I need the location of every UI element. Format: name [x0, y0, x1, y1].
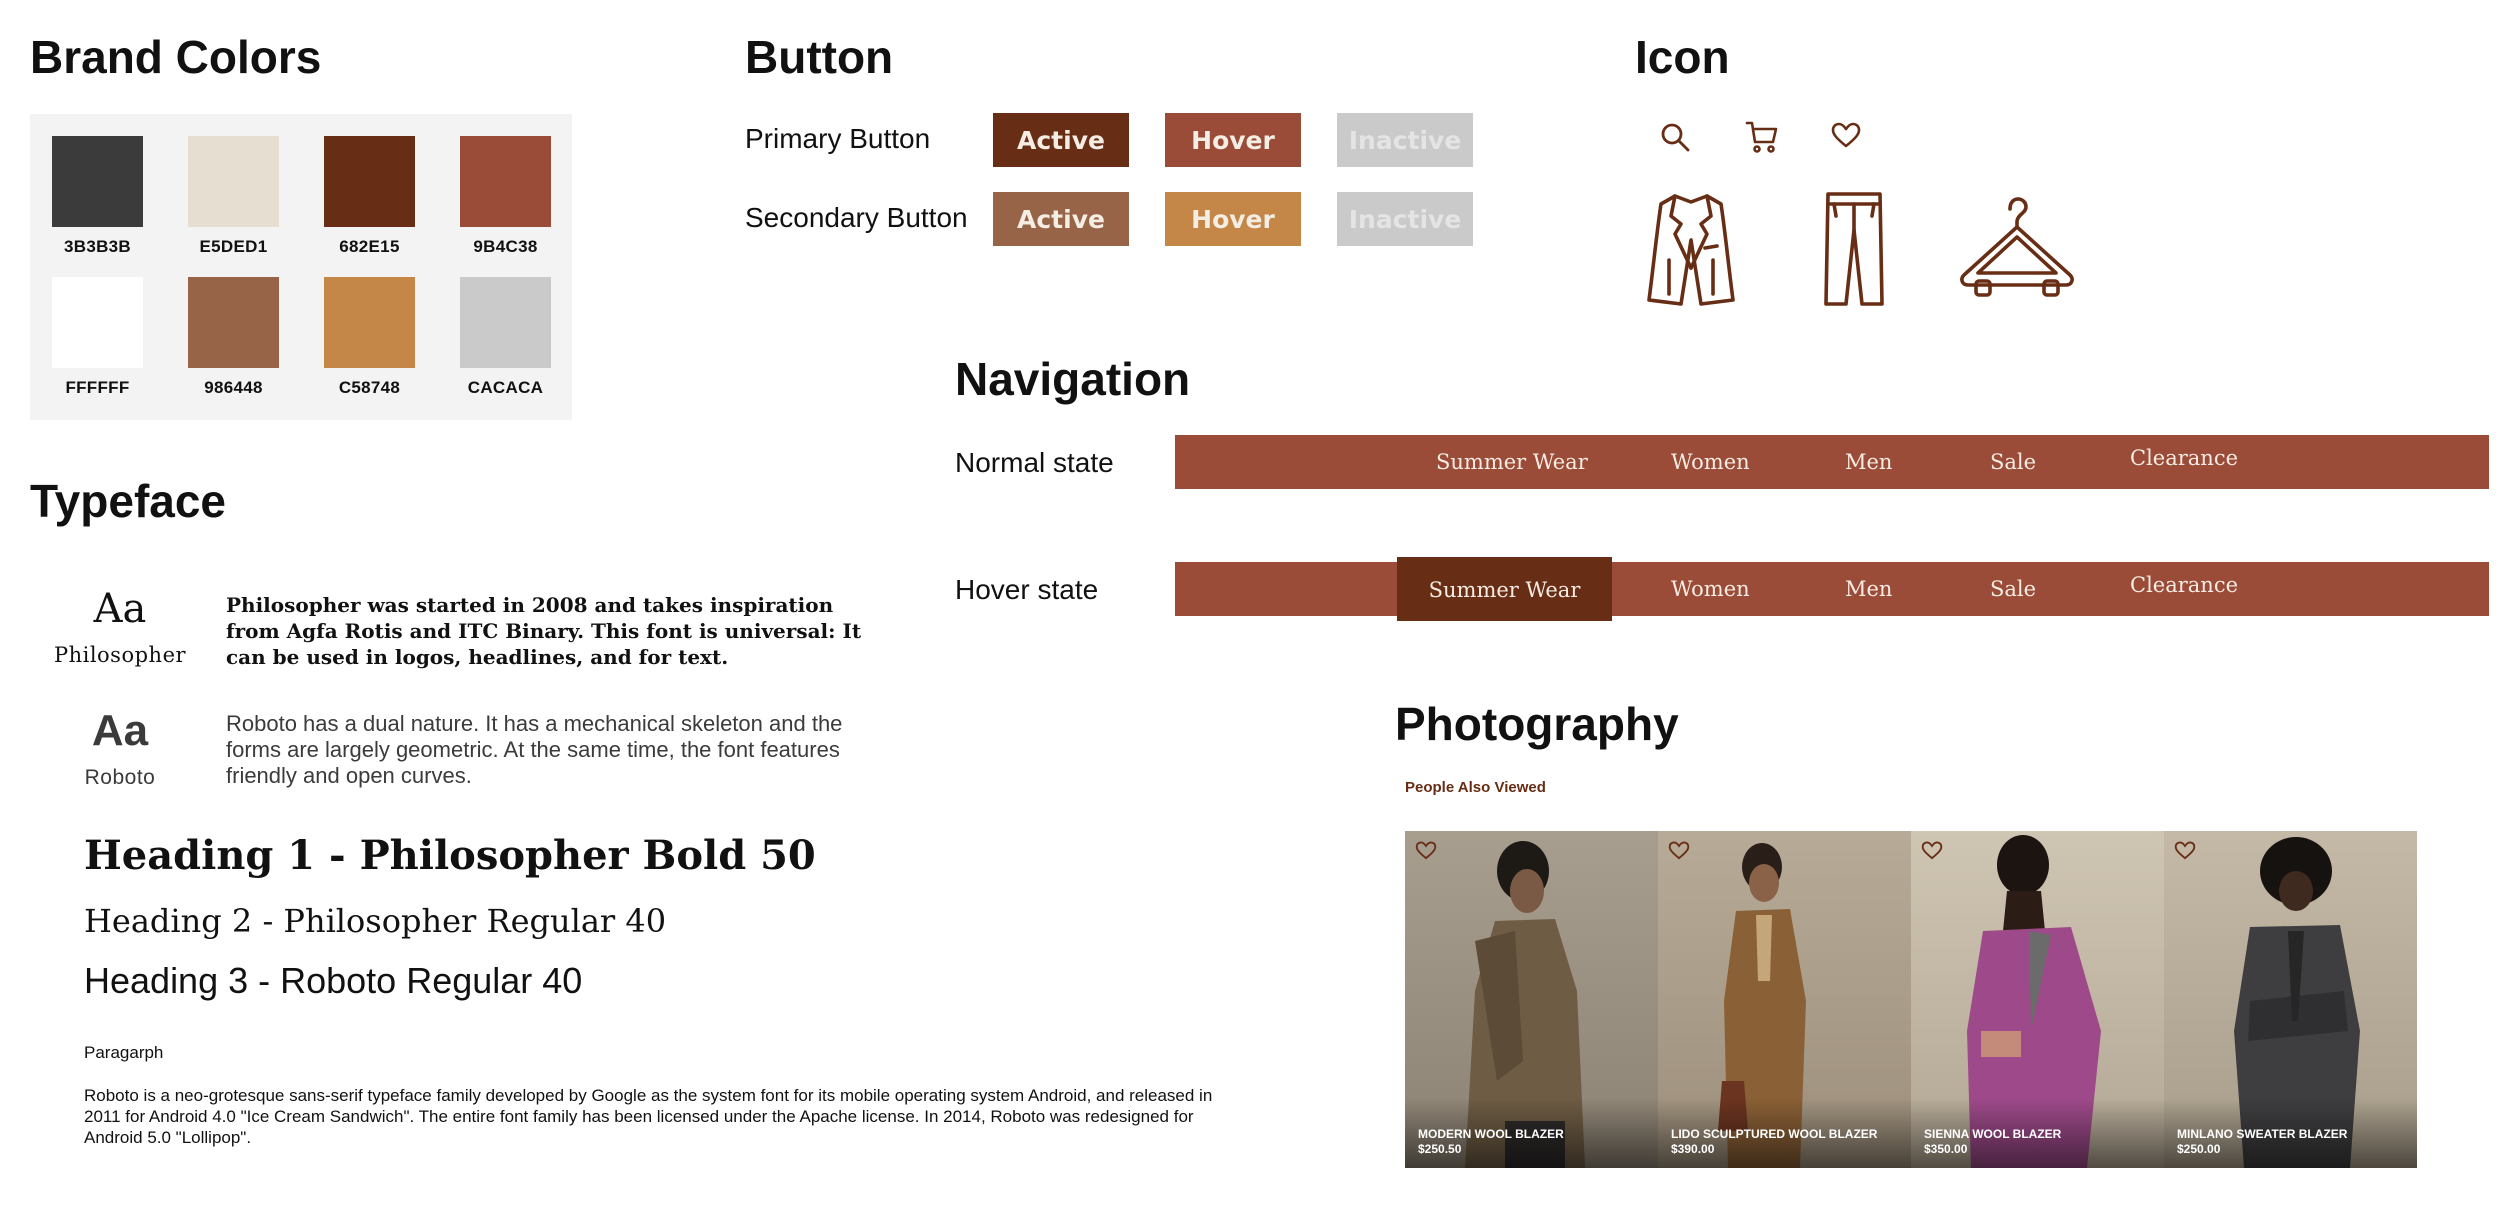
swatch-item: E5DED1 — [188, 136, 279, 277]
product-name: MINLANO SWEATER BLAZER — [2177, 1127, 2348, 1141]
color-swatch — [188, 277, 279, 368]
people-also-viewed-label: People Also Viewed — [1405, 779, 1546, 796]
heart-icon[interactable] — [1831, 122, 1861, 150]
nav-bar-normal: Summer Wear Women Men Sale Clearance — [1175, 435, 2489, 489]
nav-bar-hover: Summer Wear Women Men Sale Clearance — [1175, 557, 2489, 621]
swatch-label: FFFFFF — [65, 378, 130, 397]
typeface-section-title: Typeface — [30, 475, 227, 527]
product-name: LIDO SCULPTURED WOOL BLAZER — [1671, 1127, 1878, 1141]
swatch-item: C58748 — [324, 277, 415, 418]
philosopher-description: Philosopher was started in 2008 and take… — [226, 593, 862, 669]
pants-icon — [1822, 190, 1886, 308]
hover-state-label: Hover state — [955, 574, 1099, 605]
nav-item-women[interactable]: Women — [1671, 435, 1750, 489]
color-swatch — [52, 277, 143, 368]
heading-2-sample: Heading 2 - Philosopher Regular 40 — [84, 902, 667, 940]
swatch-item: 3B3B3B — [52, 136, 143, 277]
nav-item-clearance[interactable]: Clearance — [2130, 431, 2238, 485]
product-card[interactable]: SIENNA WOOL BLAZER $350.00 — [1911, 831, 2164, 1168]
swatch-label: 3B3B3B — [64, 237, 131, 256]
primary-button-label: Primary Button — [745, 123, 931, 154]
color-swatch — [460, 277, 551, 368]
color-swatch — [324, 136, 415, 227]
secondary-active-button[interactable]: Active — [993, 192, 1129, 246]
swatch-item: CACACA — [460, 277, 551, 418]
nav-item-sale[interactable]: Sale — [1990, 562, 2036, 616]
color-swatch — [324, 277, 415, 368]
paragraph-label: Paragarph — [84, 1043, 164, 1062]
swatch-label: E5DED1 — [199, 237, 268, 256]
search-icon[interactable] — [1658, 120, 1692, 154]
brand-colors-title: Brand Colors — [30, 31, 322, 83]
swatch-label: CACACA — [467, 378, 544, 397]
product-price: $390.00 — [1671, 1142, 1715, 1156]
heading-1-sample: Heading 1 - Philosopher Bold 50 — [84, 832, 816, 879]
nav-item-summer-wear[interactable]: Summer Wear — [1436, 435, 1588, 489]
secondary-inactive-button[interactable]: Inactive — [1337, 192, 1473, 246]
nav-item-sale[interactable]: Sale — [1990, 435, 2036, 489]
product-price: $250.50 — [1418, 1142, 1462, 1156]
navigation-section-title: Navigation — [955, 353, 1191, 405]
product-price: $350.00 — [1924, 1142, 1968, 1156]
secondary-hover-button[interactable]: Hover — [1165, 192, 1301, 246]
product-name: MODERN WOOL BLAZER — [1418, 1127, 1564, 1141]
color-swatch — [52, 136, 143, 227]
swatch-label: C58748 — [338, 378, 401, 397]
nav-item-clearance[interactable]: Clearance — [2130, 558, 2238, 612]
heart-icon[interactable] — [1415, 841, 1437, 866]
swatch-item: 682E15 — [324, 136, 415, 277]
secondary-button-label: Secondary Button — [745, 202, 968, 233]
heading-3-sample: Heading 3 - Roboto Regular 40 — [84, 960, 583, 1001]
product-card[interactable]: LIDO SCULPTURED WOOL BLAZER $390.00 — [1658, 831, 1911, 1168]
primary-active-button[interactable]: Active — [993, 113, 1129, 167]
swatch-label: 682E15 — [339, 237, 400, 256]
roboto-sample: Aa — [91, 706, 149, 755]
photography-section-title: Photography — [1395, 698, 1679, 750]
nav-item-summer-wear-hovered[interactable]: Summer Wear — [1397, 557, 1612, 621]
cart-icon[interactable] — [1744, 119, 1780, 155]
swatch-item: FFFFFF — [52, 277, 143, 418]
nav-item-men[interactable]: Men — [1845, 562, 1892, 616]
swatch-item: 986448 — [188, 277, 279, 418]
product-gallery: MODERN WOOL BLAZER $250.50 LIDO SCULPTUR… — [1405, 831, 2417, 1168]
swatch-item: 9B4C38 — [460, 136, 551, 277]
color-swatch — [188, 136, 279, 227]
button-section-title: Button — [745, 31, 894, 83]
product-card[interactable]: MINLANO SWEATER BLAZER $250.00 — [2164, 831, 2417, 1168]
product-price: $250.00 — [2177, 1142, 2221, 1156]
product-card[interactable]: MODERN WOOL BLAZER $250.50 — [1405, 831, 1658, 1168]
swatch-label: 986448 — [204, 378, 263, 397]
normal-state-label: Normal state — [955, 447, 1114, 478]
paragraph-sample: Roboto is a neo-grotesque sans-serif typ… — [84, 1086, 1213, 1147]
primary-hover-button[interactable]: Hover — [1165, 113, 1301, 167]
blazer-icon — [1645, 190, 1737, 308]
heart-icon[interactable] — [1668, 841, 1690, 866]
swatch-panel: 3B3B3B E5DED1 682E15 9B4C38 FFFFFF 98644… — [30, 114, 572, 420]
philosopher-sample: Aa — [93, 586, 147, 632]
heart-icon[interactable] — [1921, 841, 1943, 866]
roboto-name: Roboto — [84, 766, 156, 789]
hanger-icon — [1958, 195, 2076, 299]
heart-icon[interactable] — [2174, 841, 2196, 866]
roboto-description: Roboto has a dual nature. It has a mecha… — [226, 711, 843, 788]
product-name: SIENNA WOOL BLAZER — [1924, 1127, 2062, 1141]
swatch-label: 9B4C38 — [473, 237, 538, 256]
philosopher-name: Philosopher — [53, 643, 187, 667]
primary-inactive-button[interactable]: Inactive — [1337, 113, 1473, 167]
icon-section-title: Icon — [1635, 31, 1730, 83]
nav-item-women[interactable]: Women — [1671, 562, 1750, 616]
nav-item-men[interactable]: Men — [1845, 435, 1892, 489]
color-swatch — [460, 136, 551, 227]
